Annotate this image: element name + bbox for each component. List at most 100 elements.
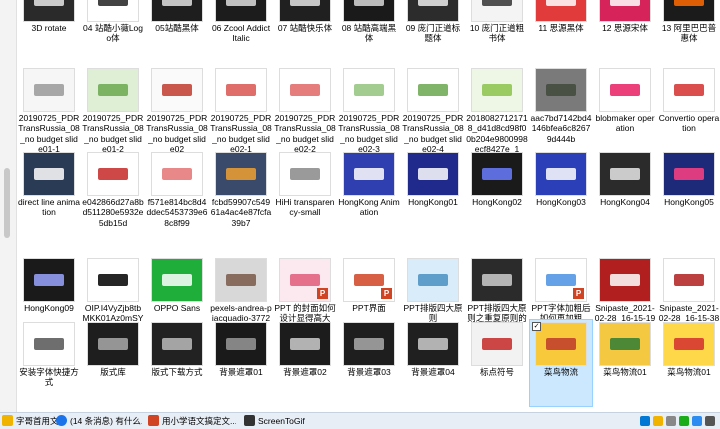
file-thumbnail	[471, 68, 523, 112]
file-item[interactable]: HongKong01	[402, 150, 464, 236]
file-item[interactable]: 13 阿里巴巴普惠体	[658, 0, 720, 62]
tray-icon[interactable]	[653, 416, 663, 426]
file-item[interactable]: HongKong05	[658, 150, 720, 236]
file-item[interactable]: 07 站酷快乐体	[274, 0, 336, 62]
file-label: 背景遮罩01	[219, 367, 263, 377]
file-label: 09 庞门正道标题体	[405, 23, 461, 44]
file-item[interactable]: 09 庞门正道标题体	[402, 0, 464, 62]
file-thumbnail	[151, 0, 203, 22]
file-item[interactable]: 20190725_PDR TransRussia_08_no budget sl…	[274, 66, 336, 154]
file-item[interactable]: 20190725_PDR TransRussia_08_no budget sl…	[402, 66, 464, 154]
file-label: 背景遮罩03	[347, 367, 391, 377]
file-thumbnail	[535, 0, 587, 22]
file-item[interactable]: HongKong04	[594, 150, 656, 236]
file-item[interactable]: direct line animation	[18, 150, 80, 236]
thumbnail-mark	[354, 0, 384, 7]
file-thumbnail	[87, 322, 139, 366]
file-item[interactable]: 背景遮罩04	[402, 320, 464, 406]
thumbnail-mark	[546, 273, 576, 287]
file-item[interactable]: 标点符号	[466, 320, 528, 406]
file-thumbnail	[151, 68, 203, 112]
tray-icon[interactable]	[640, 416, 650, 426]
selection-checkbox[interactable]: ✓	[532, 322, 541, 331]
file-item[interactable]: 06 Zcool Addict Italic	[210, 0, 272, 62]
taskbar-item-folder[interactable]: 字哥首用文件	[2, 414, 62, 429]
file-thumbnail	[87, 258, 139, 302]
file-item[interactable]: HongKong02	[466, 150, 528, 236]
file-item[interactable]: blobmaker operation	[594, 66, 656, 152]
file-label: aac7bd7142bd4146bfea6c82679d444b	[530, 113, 592, 144]
file-label: 菜鸟物流	[543, 367, 578, 377]
powerpoint-icon	[148, 415, 159, 426]
file-item[interactable]: 10 庞门正道粗书体	[466, 0, 528, 62]
file-item[interactable]: 08 站酷高端黑体	[338, 0, 400, 62]
file-thumbnail	[23, 258, 75, 302]
file-item[interactable]: 11 思源黑体	[530, 0, 592, 62]
file-item[interactable]: ✓ 菜鸟物流	[529, 319, 593, 407]
file-item[interactable]: 背景遮罩01	[210, 320, 272, 406]
thumbnail-mark	[34, 167, 64, 181]
file-label: PPT界面	[352, 303, 386, 313]
thumbnail-mark	[226, 337, 256, 351]
tray-icon[interactable]	[705, 416, 715, 426]
thumbnail-mark	[546, 337, 576, 351]
file-item[interactable]: 20190725_PDR TransRussia_08_no budget sl…	[82, 66, 144, 154]
file-item[interactable]: 20190725_PDR TransRussia_08_no budget sl…	[146, 66, 208, 154]
file-item[interactable]: 2018082712171 8_d41d8cd98f00b204e9800998…	[466, 66, 528, 155]
file-item[interactable]: 3D rotate	[18, 0, 80, 62]
file-label: fcbd59907c54961a4ac4e87fcfa39b7	[210, 197, 272, 228]
file-item[interactable]: f571e814bc8d4ddec5453739e68c8f99	[146, 150, 208, 236]
file-item[interactable]: 20190725_PDR TransRussia_08_no budget sl…	[18, 66, 80, 154]
file-item[interactable]: HongKong03	[530, 150, 592, 236]
file-item[interactable]: fcbd59907c54961a4ac4e87fcfa39b7	[210, 150, 272, 236]
thumbnail-mark	[162, 273, 192, 287]
screentogif-icon	[244, 415, 255, 426]
file-item[interactable]: 安装字体快捷方式	[18, 320, 80, 406]
file-label: 08 站酷高端黑体	[341, 23, 397, 44]
powerpoint-badge-icon: P	[381, 288, 392, 299]
file-thumbnail	[279, 68, 331, 112]
tray-icon[interactable]	[692, 416, 702, 426]
file-item[interactable]: 菜鸟物流01	[594, 320, 656, 406]
file-item[interactable]: 版式下载方式	[146, 320, 208, 406]
file-item[interactable]: 背景遮罩03	[338, 320, 400, 406]
file-item[interactable]: e042866d27a8bd511280e5932e5db15d	[82, 150, 144, 236]
file-item[interactable]: 背景遮罩02	[274, 320, 336, 406]
file-label: 安装字体快捷方式	[19, 367, 79, 388]
file-item[interactable]: 04 站酷小薇Logo体	[82, 0, 144, 62]
thumbnail-mark	[610, 167, 640, 181]
thumbnail-mark	[98, 167, 128, 181]
file-label: 2018082712171 8_d41d8cd98f00b204e9800998…	[466, 113, 528, 155]
file-label: 3D rotate	[31, 23, 67, 33]
navigation-pane[interactable]	[0, 0, 17, 412]
thumbnail-mark	[290, 0, 320, 7]
file-thumbnail	[535, 322, 587, 366]
file-thumbnail	[407, 322, 459, 366]
taskbar-item-browser[interactable]: (14 条消息) 有什么...	[56, 414, 142, 429]
taskbar-item-screentogif[interactable]: ScreenToGif	[244, 414, 314, 429]
file-item[interactable]: aac7bd7142bd4146bfea6c82679d444b	[530, 66, 592, 152]
file-thumbnail	[343, 322, 395, 366]
tray-icon[interactable]	[679, 416, 689, 426]
file-item[interactable]: HiHi transparency-small	[274, 150, 336, 236]
file-explorer-window: 3D rotate 04 站酷小薇Logo体 05站酷黑体 06 Zcool Addi…	[0, 0, 720, 412]
file-item[interactable]: 菜鸟物流01	[658, 320, 720, 406]
file-item[interactable]: Convertio operation	[658, 66, 720, 152]
file-item[interactable]: 20190725_PDR TransRussia_08_no budget sl…	[338, 66, 400, 154]
tray-icon[interactable]	[666, 416, 676, 426]
file-label: 菜鸟物流01	[603, 367, 647, 377]
taskbar-item-powerpoint[interactable]: 用小学语文搞定文...	[148, 414, 236, 429]
file-item[interactable]: 20190725_PDR TransRussia_08_no budget sl…	[210, 66, 272, 154]
thumbnail-mark	[290, 167, 320, 181]
file-thumbnail	[151, 322, 203, 366]
thumbnail-mark	[546, 0, 576, 7]
scrollbar-thumb[interactable]	[4, 168, 10, 238]
thumbnail-mark	[354, 167, 384, 181]
file-thumbnail	[23, 68, 75, 112]
file-item[interactable]: 05站酷黑体	[146, 0, 208, 62]
file-item[interactable]: HongKong Animation	[338, 150, 400, 236]
thumbnail-mark	[98, 83, 128, 97]
file-item[interactable]: 版式库	[82, 320, 144, 406]
file-item[interactable]: 12 思源宋体	[594, 0, 656, 62]
file-thumbnail	[407, 68, 459, 112]
